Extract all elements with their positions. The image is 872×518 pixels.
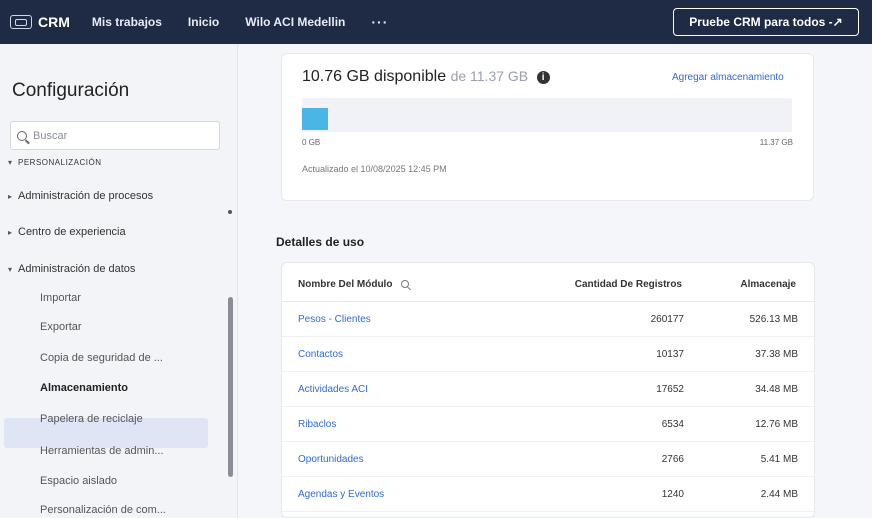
sidebar-item-herramientas[interactable]: Herramientas de admin... xyxy=(40,445,164,457)
sidebar-item-papelera[interactable]: Papelera de reciclaje xyxy=(40,413,143,425)
module-link[interactable]: Actividades ACI xyxy=(298,384,368,395)
module-link[interactable]: Ribaclos xyxy=(298,419,336,430)
module-link[interactable]: Contactos xyxy=(298,349,343,360)
storage-size: 526.13 MB xyxy=(749,314,798,325)
record-count: 260177 xyxy=(650,314,684,325)
storage-available-title: 10.76 GB disponible de 11.37 GB i xyxy=(302,68,550,86)
sidebar-item-personalizacion-com[interactable]: Personalización de com... xyxy=(40,504,166,516)
nav-mis-trabajos[interactable]: Mis trabajos xyxy=(92,15,162,29)
try-crm-button[interactable]: Pruebe CRM para todos -↗ xyxy=(673,8,859,36)
module-link[interactable]: Oportunidades xyxy=(298,454,364,465)
storage-usage-fill xyxy=(302,108,329,130)
column-header-count[interactable]: Cantidad De Registros xyxy=(575,279,682,290)
storage-size: 12.76 MB xyxy=(755,419,798,430)
main-content: 10.76 GB disponible de 11.37 GB i Agrega… xyxy=(238,44,872,518)
table-row: Ribaclos 6534 12.76 MB xyxy=(282,407,816,442)
caret-down-icon: ▾ xyxy=(8,158,13,167)
caret-right-icon: ▸ xyxy=(8,227,13,237)
sidebar-item-espacio-aislado[interactable]: Espacio aislado xyxy=(40,475,117,487)
add-storage-link[interactable]: Agregar almacenamiento xyxy=(672,72,784,83)
table-row: Oportunidades 2766 5.41 MB xyxy=(282,442,816,477)
storage-usage-bar xyxy=(302,98,792,132)
sidebar-title: Configuración xyxy=(12,80,130,101)
sidebar-item-exportar[interactable]: Exportar xyxy=(40,321,82,333)
column-header-module[interactable]: Nombre Del Módulo xyxy=(298,279,410,290)
storage-summary-card: 10.76 GB disponible de 11.37 GB i Agrega… xyxy=(281,53,814,201)
crm-logo-text: CRM xyxy=(38,14,70,30)
storage-bar-min: 0 GB xyxy=(302,138,321,147)
sidebar-group-experiencia[interactable]: ▸ Centro de experiencia xyxy=(8,226,126,238)
crm-logo[interactable]: CRM xyxy=(10,14,70,30)
sidebar-item-copia-seguridad[interactable]: Copia de seguridad de ... xyxy=(40,352,163,364)
record-count: 17652 xyxy=(656,384,684,395)
nav-wilo-aci-medellin[interactable]: Wilo ACI Medellin xyxy=(245,15,345,29)
sidebar-group-label: Administración de datos xyxy=(18,263,136,275)
storage-size: 37.38 MB xyxy=(755,349,798,360)
sidebar-item-label: PERSONALIZACIÓN xyxy=(18,158,102,167)
usage-table: Nombre Del Módulo Cantidad De Registros … xyxy=(281,262,816,518)
settings-sidebar: Configuración Buscar ▾ PERSONALIZACIÓN ▸… xyxy=(0,44,238,518)
storage-size: 2.44 MB xyxy=(760,489,798,500)
nav-inicio[interactable]: Inicio xyxy=(188,15,219,29)
storage-available: 10.76 GB disponible xyxy=(302,68,447,85)
caret-right-icon: ▸ xyxy=(8,191,13,201)
column-header-label: Nombre Del Módulo xyxy=(298,279,393,290)
caret-down-icon: ▾ xyxy=(8,264,13,274)
sidebar-item-almacenamiento[interactable]: Almacenamiento xyxy=(40,382,128,394)
storage-total: de 11.37 GB xyxy=(450,68,529,84)
module-link[interactable]: Agendas y Eventos xyxy=(298,489,384,500)
more-menu-button[interactable]: ··· xyxy=(371,14,388,30)
search-icon[interactable] xyxy=(401,280,410,288)
sidebar-group-label: Administración de procesos xyxy=(18,190,154,202)
sidebar-search-placeholder: Buscar xyxy=(33,129,68,142)
sidebar-group-datos[interactable]: ▾ Administración de datos xyxy=(8,263,135,275)
crm-logo-icon xyxy=(10,15,32,29)
sidebar-scrollbar[interactable] xyxy=(228,297,233,477)
sidebar-item-personalizacion[interactable]: ▾ PERSONALIZACIÓN xyxy=(8,158,102,167)
record-count: 6534 xyxy=(661,419,684,430)
sidebar-search-input[interactable]: Buscar xyxy=(10,121,220,150)
table-row: Contactos 10137 37.38 MB xyxy=(282,337,816,372)
info-icon[interactable]: i xyxy=(536,71,550,84)
record-count: 1240 xyxy=(661,489,684,500)
module-link[interactable]: Pesos - Clientes xyxy=(298,314,371,325)
sidebar-group-label: Centro de experiencia xyxy=(18,226,126,238)
top-navigation-bar: CRM Mis trabajos Inicio Wilo ACI Medelli… xyxy=(0,0,872,44)
column-header-storage[interactable]: Almacenaje xyxy=(740,279,796,290)
scroll-indicator-dot xyxy=(228,210,232,214)
storage-size: 34.48 MB xyxy=(755,384,798,395)
storage-size: 5.41 MB xyxy=(760,454,798,465)
record-count: 10137 xyxy=(656,349,684,360)
sidebar-group-procesos[interactable]: ▸ Administración de procesos xyxy=(8,190,153,202)
record-count: 2766 xyxy=(661,454,684,465)
table-row: Pesos - Clientes 260177 526.13 MB xyxy=(282,302,816,337)
table-row: Actividades ACI 17652 34.48 MB xyxy=(282,372,816,407)
storage-bar-max: 11.37 GB xyxy=(759,138,793,147)
table-row: Agendas y Eventos 1240 2.44 MB xyxy=(282,477,816,512)
search-icon xyxy=(17,130,27,141)
sidebar-item-importar[interactable]: Importar xyxy=(40,292,81,304)
usage-details-title: Detalles de uso xyxy=(276,235,365,249)
storage-updated-timestamp: Actualizado el 10/08/2025 12:45 PM xyxy=(302,164,447,174)
